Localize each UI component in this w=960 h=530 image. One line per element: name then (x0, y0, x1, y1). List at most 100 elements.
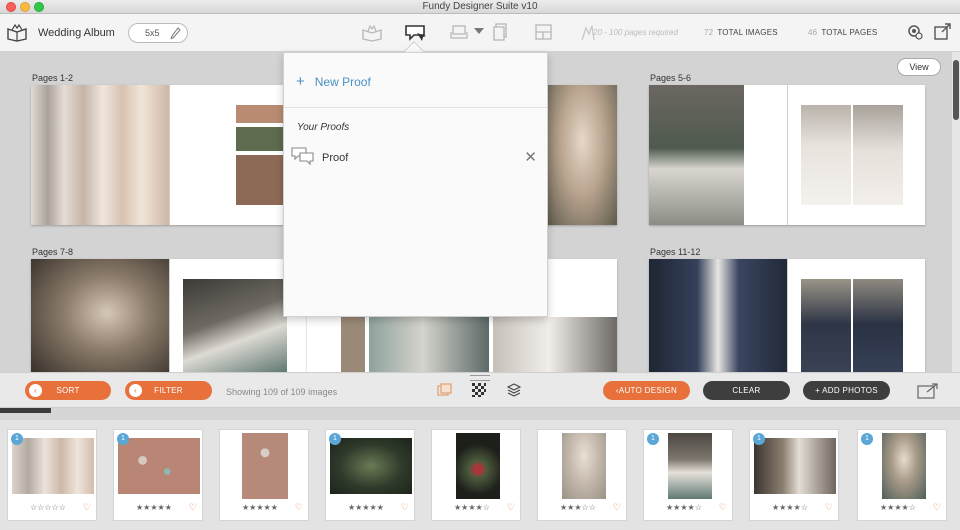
pop-out-tray-icon[interactable] (917, 382, 939, 399)
heart-icon[interactable]: ♡ (933, 502, 941, 513)
album-size-selector[interactable]: 5x5 (128, 23, 188, 43)
open-book-icon[interactable] (6, 22, 30, 44)
thumbnail-image (118, 438, 200, 494)
tray-thumbnail[interactable]: 1 ★★★★☆ ♡ (749, 429, 839, 521)
page-divider (169, 85, 170, 225)
settings-gear-icon[interactable] (905, 22, 929, 44)
spread-pages-5-6[interactable] (649, 85, 925, 225)
tray-thumbnail[interactable]: 1 ☆☆☆☆☆ ♡ (7, 429, 97, 521)
image-tray: 1 ☆☆☆☆☆ ♡ 1 ★★★★★ ♡ ★★★★★ ♡ 1 ★★★★★ ♡ ★★… (0, 420, 960, 530)
star-rating[interactable]: ★★★★☆ (880, 503, 916, 512)
spread-photo[interactable] (493, 317, 617, 372)
pages-icon[interactable] (490, 22, 514, 44)
total-pages-count: 46 (808, 28, 818, 37)
spread-photo[interactable] (649, 85, 744, 225)
star-rating[interactable]: ★★★★★ (136, 503, 172, 512)
tray-thumbnail[interactable]: ★★★☆☆ ♡ (537, 429, 627, 521)
spread-photo[interactable] (31, 85, 169, 225)
usage-count-badge: 1 (861, 433, 873, 445)
heart-icon[interactable]: ♡ (295, 502, 303, 513)
plus-icon: + (296, 73, 305, 90)
spread-photo[interactable] (801, 279, 851, 372)
spread-photo[interactable] (801, 105, 851, 205)
layers-icon[interactable] (506, 382, 522, 398)
usage-count-badge: 1 (11, 433, 23, 445)
tray-scroll-position[interactable] (0, 408, 51, 413)
star-rating[interactable]: ★★★★☆ (454, 503, 490, 512)
spread-photo[interactable] (236, 105, 284, 123)
star-rating[interactable]: ★★★★★ (348, 503, 384, 512)
page-divider (787, 85, 788, 225)
heart-icon[interactable]: ♡ (719, 502, 727, 513)
star-rating[interactable]: ★★★★☆ (666, 503, 702, 512)
filter-button[interactable]: ‹ FILTER (125, 381, 212, 400)
star-rating[interactable]: ★★★★★ (242, 503, 278, 512)
tray-thumbnail[interactable]: 1 ★★★★★ ♡ (113, 429, 203, 521)
pencil-icon[interactable] (169, 26, 181, 46)
thumbnail-image (242, 433, 288, 499)
spread-photo[interactable] (369, 317, 489, 372)
proof-speech-bubble-icon[interactable] (404, 22, 428, 44)
layout-icon[interactable] (533, 22, 557, 44)
chevron-left-icon: ‹ (29, 384, 42, 397)
auto-design-button[interactable]: ‹AUTO DESIGN (603, 381, 690, 400)
page-divider (787, 259, 788, 372)
album-size-value: 5x5 (145, 28, 160, 38)
heart-icon[interactable]: ♡ (83, 502, 91, 513)
thumbnail-image (456, 433, 500, 499)
your-proofs-heading: Your Proofs (297, 122, 350, 133)
spread-photo[interactable] (853, 279, 903, 372)
album-name[interactable]: Wedding Album (38, 27, 115, 39)
spread-photo[interactable] (236, 127, 284, 151)
usage-count-badge: 1 (753, 433, 765, 445)
heart-icon[interactable]: ♡ (825, 502, 833, 513)
spread-photo[interactable] (236, 155, 284, 205)
tray-scroll-track[interactable] (0, 408, 960, 420)
view-button[interactable]: View (897, 58, 941, 76)
spread-photo[interactable] (649, 259, 787, 372)
star-rating[interactable]: ☆☆☆☆☆ (30, 503, 66, 512)
proof-list-item[interactable]: Proof ✕ (291, 146, 541, 170)
thumbnail-image (754, 438, 836, 494)
tray-resize-grip[interactable] (470, 375, 490, 381)
spread-photo[interactable] (31, 259, 169, 372)
tray-thumbnail[interactable]: ★★★★★ ♡ (219, 429, 309, 521)
total-pages-stat: 46 TOTAL PAGES (808, 28, 877, 37)
tray-thumbnail[interactable]: 1 ★★★★★ ♡ (325, 429, 415, 521)
pages-required-text: 20 - 100 pages required (593, 28, 678, 37)
star-rating[interactable]: ★★★★☆ (772, 503, 808, 512)
canvas-scroll-thumb[interactable] (953, 60, 959, 120)
proof-panel-divider (284, 107, 547, 108)
new-proof-button[interactable]: + New Proof (296, 73, 371, 90)
delete-proof-close-icon[interactable]: ✕ (524, 148, 537, 166)
star-rating[interactable]: ★★★☆☆ (560, 503, 596, 512)
heart-icon[interactable]: ♡ (507, 502, 515, 513)
image-stack-icon[interactable] (437, 382, 453, 398)
chevron-left-icon: ‹ (129, 384, 142, 397)
tray-thumbnail[interactable]: 1 ★★★★☆ ♡ (857, 429, 947, 521)
heart-icon[interactable]: ♡ (401, 502, 409, 513)
add-photos-button[interactable]: + ADD PHOTOS (803, 381, 890, 400)
album-design-icon[interactable] (361, 22, 385, 44)
spread-label: Pages 1-2 (32, 73, 74, 83)
sort-button[interactable]: ‹ SORT (25, 381, 111, 400)
spread-photo[interactable] (183, 279, 287, 372)
tray-thumbnail[interactable]: 1 ★★★★☆ ♡ (643, 429, 733, 521)
thumbnail-image (668, 433, 712, 499)
sofa-icon[interactable] (448, 22, 472, 44)
spread-photo[interactable] (341, 317, 365, 372)
thumbnail-image (882, 433, 926, 499)
canvas-scrollbar[interactable] (952, 52, 960, 372)
export-icon[interactable] (933, 22, 957, 44)
checkerboard-grid-icon[interactable] (471, 382, 487, 398)
spread-pages-7-8[interactable] (31, 259, 307, 372)
clear-button[interactable]: CLEAR (703, 381, 790, 400)
tray-thumbnail[interactable]: ★★★★☆ ♡ (431, 429, 521, 521)
heart-icon[interactable]: ♡ (613, 502, 621, 513)
filter-label: FILTER (154, 386, 183, 395)
spread-photo[interactable] (548, 85, 617, 225)
heart-icon[interactable]: ♡ (189, 502, 197, 513)
spread-pages-11-12[interactable] (649, 259, 925, 372)
thumbnail-image (12, 438, 94, 494)
spread-photo[interactable] (853, 105, 903, 205)
